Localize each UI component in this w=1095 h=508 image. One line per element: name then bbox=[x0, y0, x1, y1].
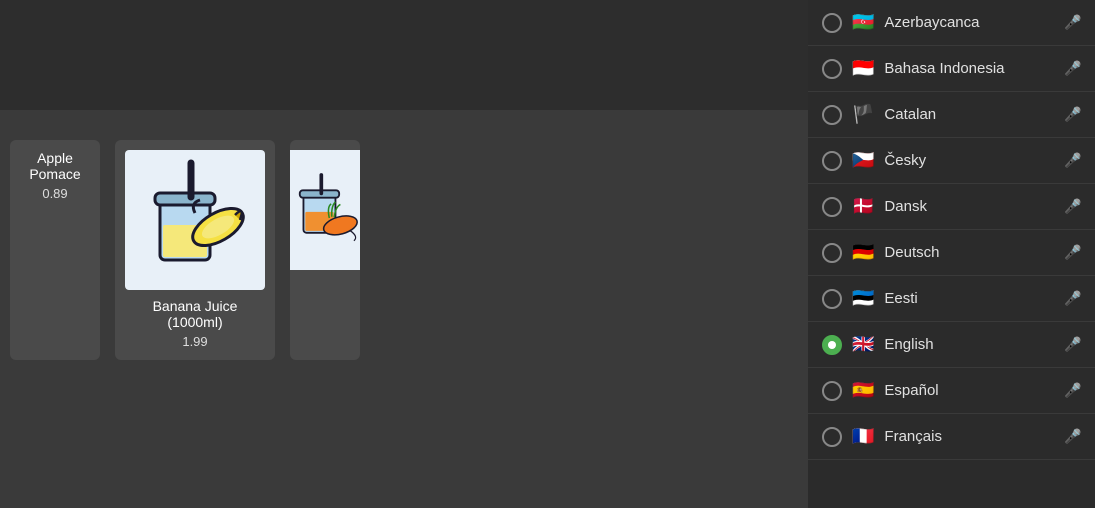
lang-item-dansk[interactable]: 🇩🇰 Dansk🎤 bbox=[808, 184, 1095, 230]
product-card-banana-juice[interactable]: Banana Juice (1000ml) 1.99 bbox=[115, 140, 275, 360]
flag-espanol: 🇪🇸 bbox=[852, 380, 874, 401]
radio-azerbaycanca[interactable] bbox=[822, 13, 842, 33]
radio-english[interactable] bbox=[822, 335, 842, 355]
top-bar bbox=[0, 0, 808, 110]
radio-bahasa-indonesia[interactable] bbox=[822, 59, 842, 79]
language-list[interactable]: 🇦🇿Azerbaycanca🎤🇮🇩Bahasa Indonesia🎤🏴Catal… bbox=[808, 0, 1095, 508]
product-area: Apple Pomace 0.89 bbox=[0, 0, 808, 508]
mic-icon-francais[interactable]: 🎤 bbox=[1065, 427, 1081, 447]
lang-item-francais[interactable]: 🇫🇷 Français🎤 bbox=[808, 414, 1095, 460]
product-image-banana-juice bbox=[125, 150, 265, 290]
product-name-banana-juice: Banana Juice (1000ml) bbox=[125, 298, 265, 330]
flag-eesti: 🇪🇪 bbox=[852, 288, 874, 309]
radio-eesti[interactable] bbox=[822, 289, 842, 309]
flag-francais: 🇫🇷 bbox=[852, 426, 874, 447]
lang-name-catalan: Catalan bbox=[884, 106, 1065, 123]
mic-icon-english[interactable]: 🎤 bbox=[1065, 335, 1081, 355]
lang-item-catalan[interactable]: 🏴 Catalan🎤 bbox=[808, 92, 1095, 138]
radio-espanol[interactable] bbox=[822, 381, 842, 401]
mic-icon-dansk[interactable]: 🎤 bbox=[1065, 197, 1081, 217]
product-image-carrot-juice bbox=[290, 150, 360, 270]
product-name-apple-pomace: Apple Pomace bbox=[20, 150, 90, 182]
lang-item-english[interactable]: 🇬🇧 English🎤 bbox=[808, 322, 1095, 368]
products-grid: Apple Pomace 0.89 bbox=[0, 120, 808, 380]
lang-name-dansk: Dansk bbox=[884, 198, 1065, 215]
radio-dansk[interactable] bbox=[822, 197, 842, 217]
lang-name-cesky: Česky bbox=[884, 152, 1065, 169]
flag-dansk: 🇩🇰 bbox=[852, 196, 874, 217]
radio-catalan[interactable] bbox=[822, 105, 842, 125]
radio-cesky[interactable] bbox=[822, 151, 842, 171]
lang-name-deutsch: Deutsch bbox=[884, 244, 1065, 261]
mic-icon-bahasa-indonesia[interactable]: 🎤 bbox=[1065, 59, 1081, 79]
mic-icon-eesti[interactable]: 🎤 bbox=[1065, 289, 1081, 309]
flag-cesky: 🇨🇿 bbox=[852, 150, 874, 171]
mic-icon-cesky[interactable]: 🎤 bbox=[1065, 151, 1081, 171]
lang-item-cesky[interactable]: 🇨🇿 Česky🎤 bbox=[808, 138, 1095, 184]
lang-name-francais: Français bbox=[884, 428, 1065, 445]
lang-item-bahasa-indonesia[interactable]: 🇮🇩 Bahasa Indonesia🎤 bbox=[808, 46, 1095, 92]
radio-deutsch[interactable] bbox=[822, 243, 842, 263]
lang-item-eesti[interactable]: 🇪🇪 Eesti🎤 bbox=[808, 276, 1095, 322]
mic-icon-azerbaycanca[interactable]: 🎤 bbox=[1065, 13, 1081, 33]
lang-item-azerbaycanca[interactable]: 🇦🇿 Azerbaycanca🎤 bbox=[808, 0, 1095, 46]
flag-catalan: 🏴 bbox=[852, 104, 874, 125]
product-card-apple-pomace[interactable]: Apple Pomace 0.89 bbox=[10, 140, 100, 360]
flag-deutsch: 🇩🇪 bbox=[852, 242, 874, 263]
lang-item-espanol[interactable]: 🇪🇸 Español🎤 bbox=[808, 368, 1095, 414]
lang-name-espanol: Español bbox=[884, 382, 1065, 399]
flag-azerbaycanca: 🇦🇿 bbox=[852, 12, 874, 33]
product-card-carrot-juice[interactable] bbox=[290, 140, 360, 360]
lang-item-deutsch[interactable]: 🇩🇪 Deutsch🎤 bbox=[808, 230, 1095, 276]
lang-name-eesti: Eesti bbox=[884, 290, 1065, 307]
lang-name-english: English bbox=[884, 336, 1065, 353]
mic-icon-deutsch[interactable]: 🎤 bbox=[1065, 243, 1081, 263]
flag-english: 🇬🇧 bbox=[852, 334, 874, 355]
mic-icon-catalan[interactable]: 🎤 bbox=[1065, 105, 1081, 125]
radio-francais[interactable] bbox=[822, 427, 842, 447]
product-price-banana-juice: 1.99 bbox=[182, 334, 207, 349]
lang-name-bahasa-indonesia: Bahasa Indonesia bbox=[884, 60, 1065, 77]
product-price-apple-pomace: 0.89 bbox=[42, 186, 67, 201]
flag-bahasa-indonesia: 🇮🇩 bbox=[852, 58, 874, 79]
language-panel: 🇦🇿Azerbaycanca🎤🇮🇩Bahasa Indonesia🎤🏴Catal… bbox=[808, 0, 1095, 508]
lang-name-azerbaycanca: Azerbaycanca bbox=[884, 14, 1065, 31]
mic-icon-espanol[interactable]: 🎤 bbox=[1065, 381, 1081, 401]
